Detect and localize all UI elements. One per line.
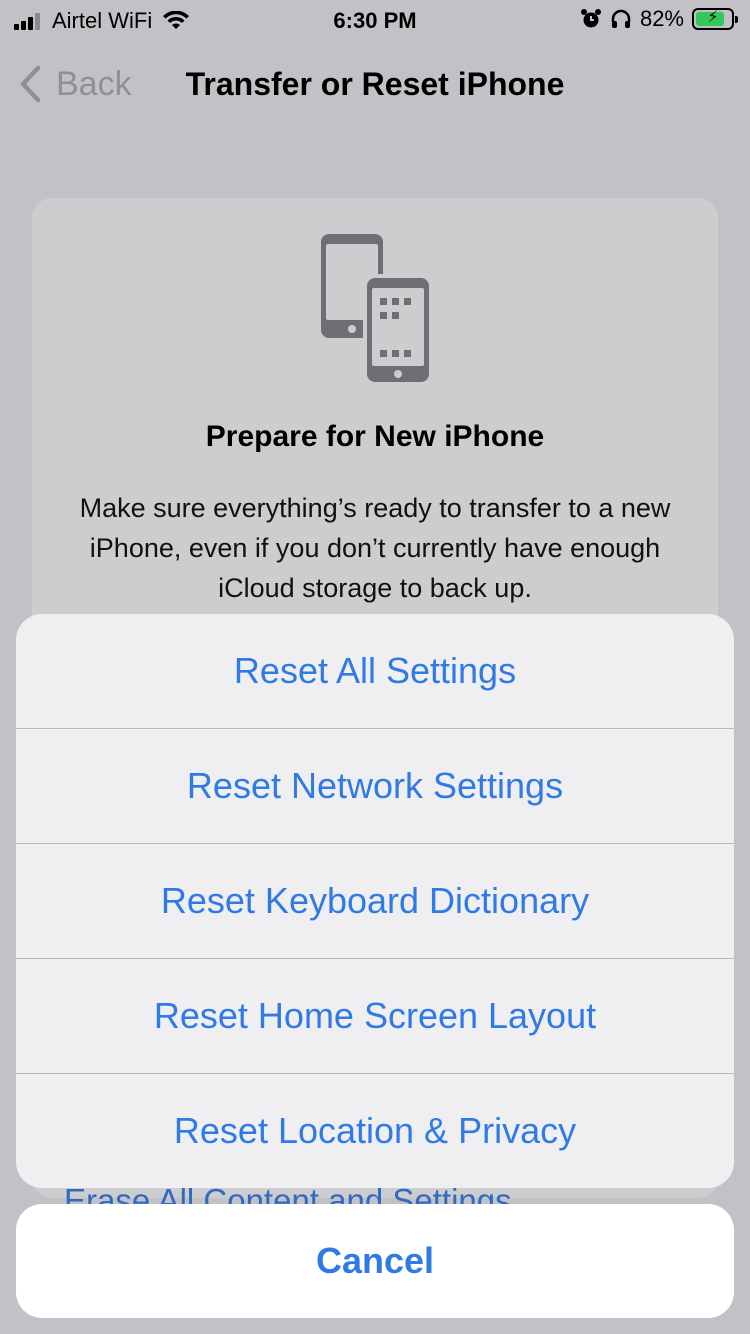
reset-home-screen-layout-button[interactable]: Reset Home Screen Layout bbox=[16, 959, 734, 1074]
card-heading: Prepare for New iPhone bbox=[205, 420, 545, 453]
reset-location-privacy-button[interactable]: Reset Location & Privacy bbox=[16, 1074, 734, 1188]
battery-charging-icon: ⚡ bbox=[692, 8, 738, 30]
reset-action-sheet: Reset All Settings Reset Network Setting… bbox=[16, 614, 734, 1188]
alarm-icon bbox=[580, 9, 601, 28]
page-title: Transfer or Reset iPhone bbox=[185, 66, 565, 102]
headphones-icon bbox=[611, 9, 631, 28]
status-bar: Airtel WiFi 6:30 PM 82% ⚡ bbox=[0, 0, 750, 40]
transfer-phones-icon bbox=[321, 234, 431, 384]
cancel-button[interactable]: Cancel bbox=[16, 1204, 734, 1318]
reset-network-settings-button[interactable]: Reset Network Settings bbox=[16, 729, 734, 844]
reset-all-settings-button[interactable]: Reset All Settings bbox=[16, 614, 734, 729]
card-description: Make sure everything’s ready to transfer… bbox=[79, 493, 671, 603]
reset-keyboard-dictionary-button[interactable]: Reset Keyboard Dictionary bbox=[16, 844, 734, 959]
battery-percentage: 82% bbox=[639, 6, 684, 31]
